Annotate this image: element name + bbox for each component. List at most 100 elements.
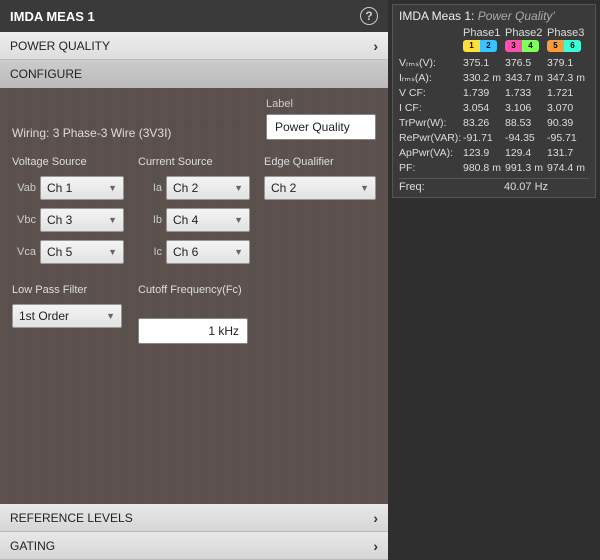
- section-label: REFERENCE LEVELS: [10, 511, 133, 525]
- result-row: ApPwr(VA):123.9129.4131.7: [399, 146, 589, 161]
- result-label: Iᵣₘₛ(A):: [399, 71, 463, 86]
- cutoff-frequency-input[interactable]: [138, 318, 248, 344]
- channel-pair-badge: 34: [505, 40, 539, 52]
- result-value: 330.2 m: [463, 71, 505, 86]
- result-row: PF:980.8 m991.3 m974.4 m: [399, 161, 589, 176]
- chevron-down-icon: ▼: [108, 215, 117, 225]
- wiring-text: Wiring: 3 Phase-3 Wire (3V3I): [12, 126, 171, 140]
- low-pass-filter-dropdown[interactable]: 1st Order▼: [12, 304, 122, 328]
- chevron-right-icon: ›: [373, 538, 378, 554]
- chevron-down-icon: ▼: [234, 247, 243, 257]
- result-value: 3.106: [505, 101, 547, 116]
- result-row: I CF:3.0543.1063.070: [399, 101, 589, 116]
- result-label: V CF:: [399, 86, 463, 101]
- panel-title-bar: IMDA MEAS 1 ?: [0, 0, 388, 32]
- section-configure[interactable]: CONFIGURE: [0, 60, 388, 88]
- result-row: V CF:1.7391.7331.721: [399, 86, 589, 101]
- chevron-down-icon: ▼: [106, 311, 115, 321]
- result-value: 90.39: [547, 116, 589, 131]
- result-label: Vᵣₘₛ(V):: [399, 56, 463, 71]
- configure-body: Wiring: 3 Phase-3 Wire (3V3I) Label Volt…: [0, 88, 388, 504]
- results-panel: IMDA Meas 1: Power Quality' Phase1 Phase…: [388, 0, 600, 560]
- result-row: TrPwr(W):83.2688.5390.39: [399, 116, 589, 131]
- wiring-label: Wiring:: [12, 126, 49, 140]
- prefix-ic: Ic: [138, 246, 162, 258]
- prefix-vca: Vca: [12, 246, 36, 258]
- label-input[interactable]: [266, 114, 376, 140]
- phase-badges-row: 12 34 56: [399, 39, 589, 52]
- voltage-source-3-dropdown[interactable]: Ch 5▼: [40, 240, 124, 264]
- result-value: 379.1: [547, 56, 589, 71]
- voltage-header: Voltage Source: [12, 156, 124, 170]
- chevron-down-icon: ▼: [360, 183, 369, 193]
- current-header: Current Source: [138, 156, 250, 170]
- phase3-header: Phase3: [547, 27, 589, 39]
- edge-qualifier-dropdown[interactable]: Ch 2▼: [264, 176, 376, 200]
- cutoff-label: Cutoff Frequency(Fc): [138, 284, 250, 312]
- results-box: IMDA Meas 1: Power Quality' Phase1 Phase…: [392, 4, 596, 198]
- phase1-header: Phase1: [463, 27, 505, 39]
- result-value: 974.4 m: [547, 161, 589, 176]
- result-label: I CF:: [399, 101, 463, 116]
- result-value: -95.71: [547, 131, 589, 146]
- result-row: Iᵣₘₛ(A):330.2 m343.7 m347.3 m: [399, 71, 589, 86]
- result-value: 343.7 m: [505, 71, 547, 86]
- current-source-1-dropdown[interactable]: Ch 2▼: [166, 176, 250, 200]
- result-label: RePwr(VAR):: [399, 131, 463, 146]
- current-source-3-dropdown[interactable]: Ch 6▼: [166, 240, 250, 264]
- freq-value: 40.07 Hz: [463, 181, 589, 193]
- chevron-right-icon: ›: [373, 38, 378, 54]
- phase2-header: Phase2: [505, 27, 547, 39]
- chevron-down-icon: ▼: [108, 247, 117, 257]
- result-label: TrPwr(W):: [399, 116, 463, 131]
- result-value: 3.070: [547, 101, 589, 116]
- voltage-source-column: Voltage Source Vab Ch 1▼ Vbc Ch 3▼ Vca C…: [12, 156, 124, 272]
- result-value: 1.739: [463, 86, 505, 101]
- results-title: IMDA Meas 1: Power Quality': [399, 9, 589, 23]
- prefix-vbc: Vbc: [12, 214, 36, 226]
- lpf-label: Low Pass Filter: [12, 284, 124, 298]
- result-label: PF:: [399, 161, 463, 176]
- label-caption: Label: [266, 98, 376, 110]
- section-label: CONFIGURE: [10, 67, 82, 81]
- section-gating[interactable]: GATING ›: [0, 532, 388, 560]
- help-icon[interactable]: ?: [360, 7, 378, 25]
- prefix-ib: Ib: [138, 214, 162, 226]
- result-value: 123.9: [463, 146, 505, 161]
- section-power-quality[interactable]: POWER QUALITY ›: [0, 32, 388, 60]
- result-value: 3.054: [463, 101, 505, 116]
- result-value: 991.3 m: [505, 161, 547, 176]
- result-value: 83.26: [463, 116, 505, 131]
- channel-pair-badge: 56: [547, 40, 581, 52]
- result-value: 131.7: [547, 146, 589, 161]
- result-value: -94.35: [505, 131, 547, 146]
- chevron-down-icon: ▼: [234, 215, 243, 225]
- chevron-down-icon: ▼: [234, 183, 243, 193]
- result-label: ApPwr(VA):: [399, 146, 463, 161]
- channel-pair-badge: 12: [463, 40, 497, 52]
- prefix-vab: Vab: [12, 182, 36, 194]
- wiring-value: 3 Phase-3 Wire (3V3I): [53, 126, 172, 140]
- freq-label: Freq:: [399, 181, 463, 193]
- result-value: 347.3 m: [547, 71, 589, 86]
- result-value: 88.53: [505, 116, 547, 131]
- frequency-row: Freq: 40.07 Hz: [399, 178, 589, 193]
- current-source-column: Current Source Ia Ch 2▼ Ib Ch 4▼ Ic Ch 6…: [138, 156, 250, 272]
- chevron-down-icon: ▼: [108, 183, 117, 193]
- chevron-right-icon: ›: [373, 510, 378, 526]
- section-label: POWER QUALITY: [10, 39, 110, 53]
- edge-header: Edge Qualifier: [264, 156, 376, 170]
- result-value: 376.5: [505, 56, 547, 71]
- voltage-source-1-dropdown[interactable]: Ch 1▼: [40, 176, 124, 200]
- current-source-2-dropdown[interactable]: Ch 4▼: [166, 208, 250, 232]
- result-row: Vᵣₘₛ(V):375.1376.5379.1: [399, 56, 589, 71]
- result-value: 1.721: [547, 86, 589, 101]
- edge-qualifier-column: Edge Qualifier Ch 2▼: [264, 156, 376, 272]
- config-panel: IMDA MEAS 1 ? POWER QUALITY › CONFIGURE …: [0, 0, 388, 560]
- result-value: 980.8 m: [463, 161, 505, 176]
- prefix-ia: Ia: [138, 182, 162, 194]
- section-reference-levels[interactable]: REFERENCE LEVELS ›: [0, 504, 388, 532]
- phase-header-row: Phase1 Phase2 Phase3: [399, 27, 589, 39]
- result-value: -91.71: [463, 131, 505, 146]
- voltage-source-2-dropdown[interactable]: Ch 3▼: [40, 208, 124, 232]
